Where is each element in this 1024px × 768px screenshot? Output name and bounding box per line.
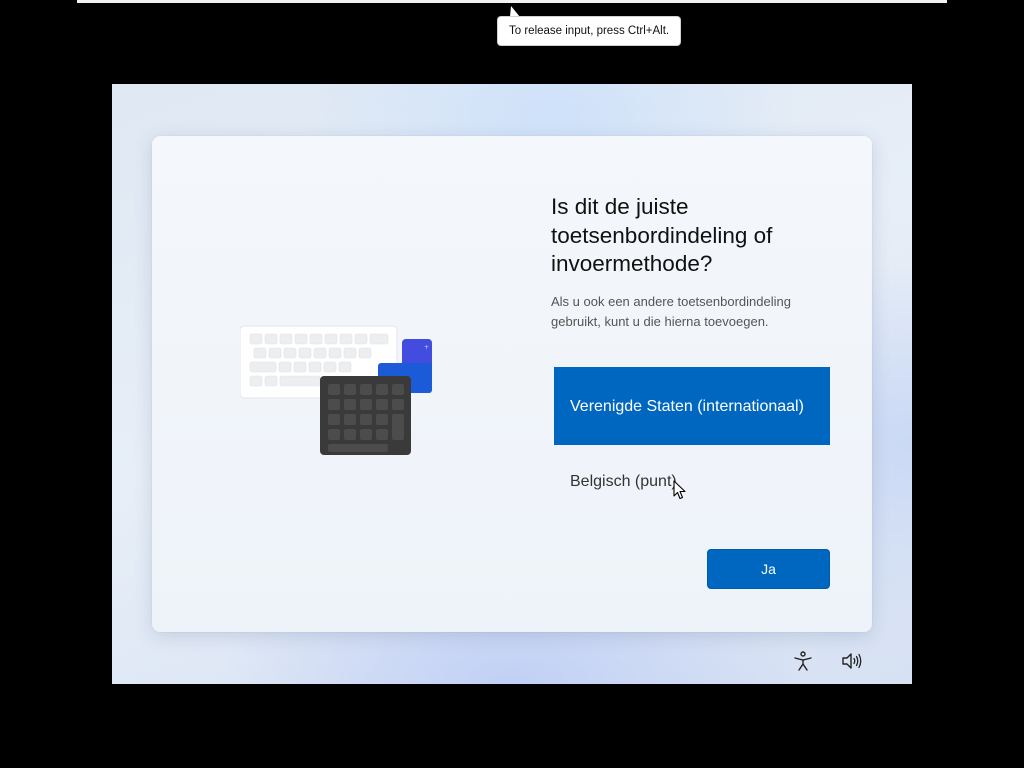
keyboard-illustration-icon: + [240, 325, 432, 455]
volume-icon[interactable] [840, 650, 862, 672]
guest-screen[interactable]: + Is dit de juiste toetsenbordindeling o [112, 84, 912, 684]
layout-option-label: Verenigde Staten (internationaal) [570, 397, 804, 415]
layout-option-belgian-period[interactable]: Belgisch (punt) [554, 459, 830, 503]
layout-option-us-international[interactable]: Verenigde Staten (internationaal) [554, 367, 830, 445]
page-subtitle: Als u ook een andere toetsenbordindeling… [551, 294, 791, 329]
yes-button[interactable]: Ja [707, 549, 830, 589]
setup-card: + Is dit de juiste toetsenbordindeling o [152, 136, 872, 632]
layout-option-label: Belgisch (punt) [570, 472, 677, 490]
release-input-tooltip: To release input, press Ctrl+Alt. [497, 16, 682, 46]
svg-text:+: + [424, 344, 429, 351]
accessibility-icon[interactable] [792, 650, 814, 672]
mouse-cursor-icon [673, 480, 686, 500]
page-title: Is dit de juiste toetsenbordindeling of … [551, 194, 773, 276]
vm-host-strip [77, 0, 947, 3]
